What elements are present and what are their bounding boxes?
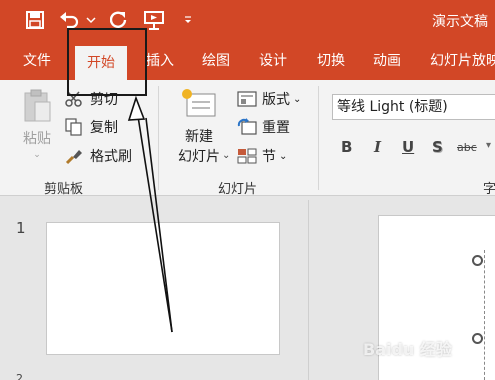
annotation-arrow bbox=[127, 95, 173, 333]
